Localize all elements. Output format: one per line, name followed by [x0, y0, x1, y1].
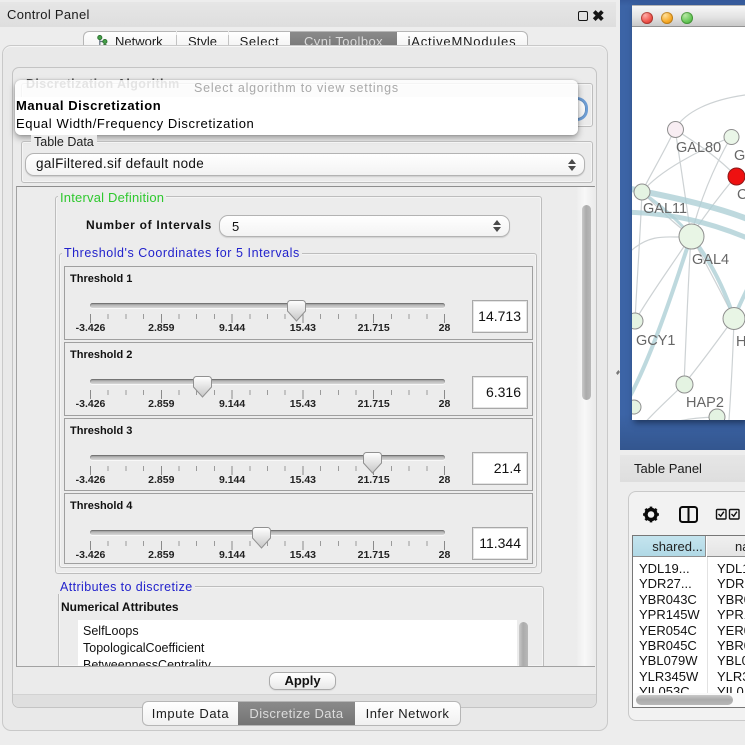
svg-text:GA: GA [734, 148, 745, 164]
svg-text:HAP2: HAP2 [686, 395, 724, 411]
svg-text:GAL4: GAL4 [692, 252, 729, 268]
svg-text:GCY1: GCY1 [636, 333, 676, 349]
svg-text:C: C [737, 187, 745, 203]
svg-text:GAL80: GAL80 [676, 140, 721, 156]
svg-text:H: H [736, 334, 745, 350]
svg-text:GAL11: GAL11 [643, 201, 687, 217]
